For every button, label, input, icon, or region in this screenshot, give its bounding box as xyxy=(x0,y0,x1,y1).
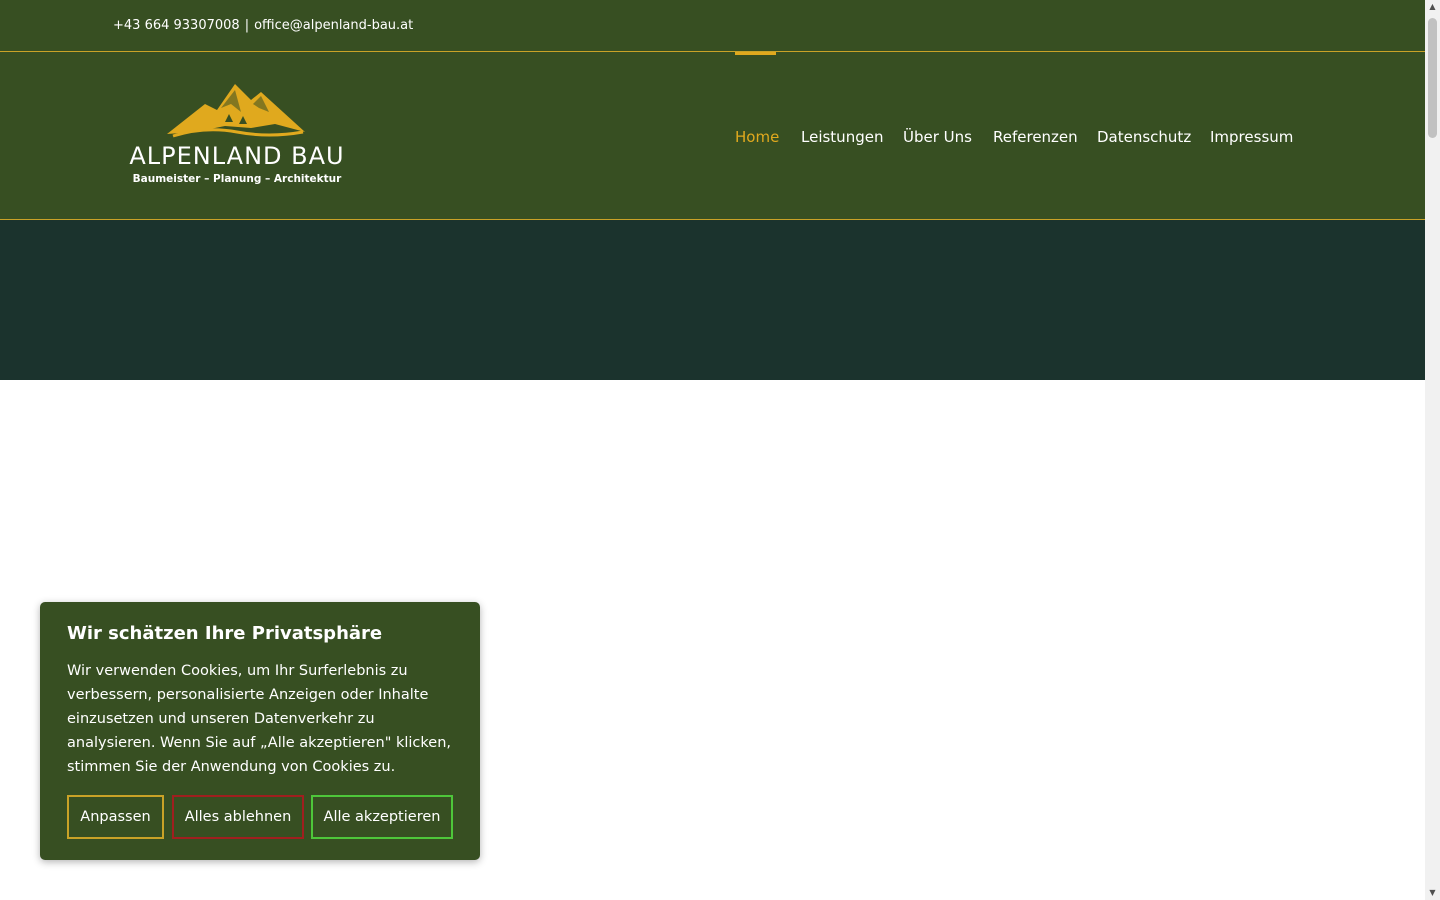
nav-item-datenschutz[interactable]: Datenschutz xyxy=(1097,128,1191,146)
hero-banner xyxy=(0,220,1425,380)
nav-item-referenzen[interactable]: Referenzen xyxy=(993,128,1078,146)
accept-all-button[interactable]: Alle akzeptieren xyxy=(311,795,453,839)
active-nav-indicator xyxy=(735,52,776,55)
page: +43 664 93307008 | office@alpenland-bau.at… xyxy=(0,0,1425,900)
chevron-up-icon[interactable]: ▲ xyxy=(1425,0,1440,14)
scrollbar-thumb[interactable] xyxy=(1428,18,1437,138)
customize-button[interactable]: Anpassen xyxy=(67,795,164,839)
reject-all-button[interactable]: Alles ablehnen xyxy=(172,795,304,839)
site-header: ALPENLAND BAU Baumeister – Planung – Arc… xyxy=(0,52,1425,220)
nav-item-ueber-uns[interactable]: Über Uns xyxy=(903,128,972,146)
vertical-scrollbar[interactable]: ▲ ▼ xyxy=(1425,0,1440,900)
cookie-text: Wir verwenden Cookies, um Ihr Surferlebn… xyxy=(67,663,451,775)
cookie-consent-banner: Wir schätzen Ihre Privatsphäre Wir verwe… xyxy=(40,602,480,860)
top-contact-bar: +43 664 93307008 | office@alpenland-bau.at xyxy=(0,0,1425,52)
phone-link[interactable]: +43 664 93307008 xyxy=(113,18,240,33)
email-link[interactable]: office@alpenland-bau.at xyxy=(254,18,413,33)
contact-info: +43 664 93307008 | office@alpenland-bau.at xyxy=(113,18,413,33)
cookie-title: Wir schätzen Ihre Privatsphäre xyxy=(67,623,383,644)
nav-item-home[interactable]: Home xyxy=(735,128,779,146)
chevron-down-icon[interactable]: ▼ xyxy=(1425,886,1440,900)
nav-item-leistungen[interactable]: Leistungen xyxy=(801,128,883,146)
contact-separator: | xyxy=(244,18,250,33)
main-navigation: Home Leistungen Über Uns Referenzen Date… xyxy=(0,52,1425,219)
nav-item-impressum[interactable]: Impressum xyxy=(1210,128,1293,146)
